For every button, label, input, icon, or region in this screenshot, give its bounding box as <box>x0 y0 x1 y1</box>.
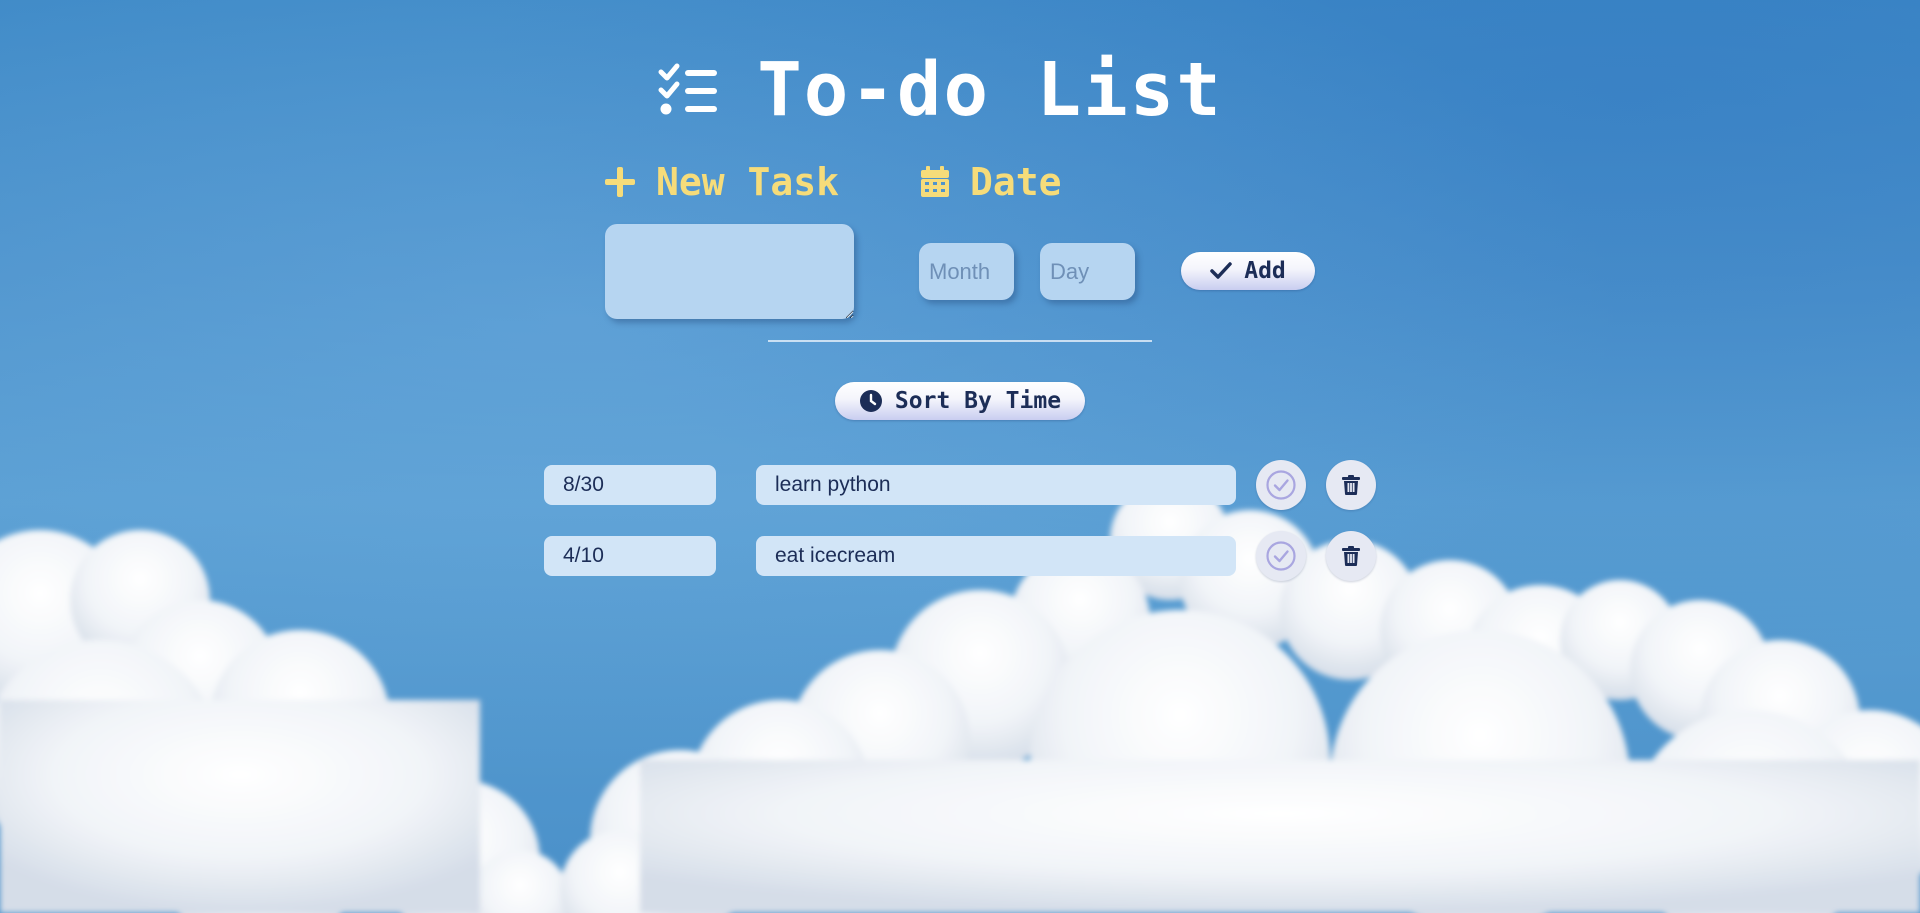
calendar-icon <box>921 166 949 197</box>
list-check-icon <box>658 63 718 115</box>
task-text: learn python <box>756 465 1236 505</box>
plus-icon <box>605 167 635 197</box>
sort-by-time-button[interactable]: Sort By Time <box>835 382 1085 420</box>
page-title: To-do List <box>757 47 1223 133</box>
add-button-label: Add <box>1244 258 1286 284</box>
complete-task-button[interactable] <box>1256 460 1306 510</box>
month-input[interactable] <box>919 243 1014 300</box>
sort-button-label: Sort By Time <box>894 388 1062 414</box>
date-label-text: Date <box>970 160 1062 204</box>
new-task-input[interactable] <box>605 224 854 319</box>
complete-task-button[interactable] <box>1256 531 1306 581</box>
delete-task-button[interactable] <box>1326 460 1376 510</box>
check-circle-icon <box>1266 470 1296 500</box>
header: To-do List <box>0 40 1920 140</box>
task-date: 8/30 <box>544 465 716 505</box>
date-label: Date <box>920 156 1062 208</box>
new-task-label: New Task <box>604 156 839 208</box>
clock-icon <box>859 390 882 412</box>
task-text: eat icecream <box>756 536 1236 576</box>
check-circle-icon <box>1266 541 1296 571</box>
trash-icon <box>1342 475 1360 495</box>
trash-icon <box>1342 546 1360 566</box>
new-task-label-text: New Task <box>656 160 840 204</box>
delete-task-button[interactable] <box>1326 531 1376 581</box>
day-input[interactable] <box>1040 243 1135 300</box>
check-icon <box>1210 262 1232 279</box>
add-button[interactable]: Add <box>1181 252 1315 290</box>
divider <box>768 340 1152 342</box>
task-date: 4/10 <box>544 536 716 576</box>
